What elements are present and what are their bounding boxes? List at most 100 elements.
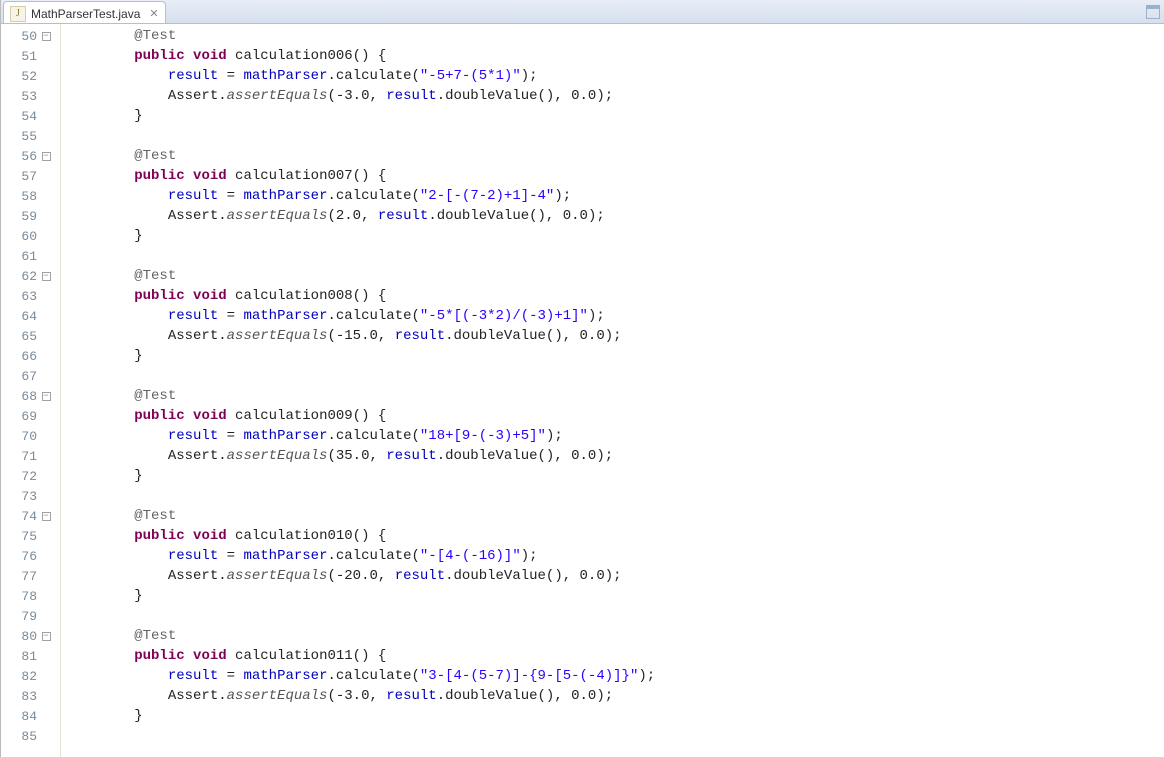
- code-line[interactable]: result = mathParser.calculate("-5*[(-3*2…: [67, 306, 1164, 326]
- code-line[interactable]: }: [67, 346, 1164, 366]
- code-line[interactable]: public void calculation007() {: [67, 166, 1164, 186]
- code-token-fld: result: [395, 566, 445, 586]
- line-number: 63: [1, 289, 39, 304]
- fold-collapse-icon[interactable]: −: [42, 512, 51, 521]
- code-token-txt: .calculate(: [327, 306, 419, 326]
- line-number: 79: [1, 609, 39, 624]
- code-token-txt: Assert.: [67, 686, 227, 706]
- code-line[interactable]: Assert.assertEquals(2.0, result.doubleVa…: [67, 206, 1164, 226]
- code-line[interactable]: result = mathParser.calculate("3-[4-(5-7…: [67, 666, 1164, 686]
- code-token-txt: .doubleValue(), 0.0);: [428, 206, 604, 226]
- line-number: 65: [1, 329, 39, 344]
- code-line[interactable]: @Test: [67, 266, 1164, 286]
- close-icon[interactable]: ✕: [149, 7, 158, 20]
- code-token-txt: [67, 606, 75, 626]
- code-line[interactable]: Assert.assertEquals(-3.0, result.doubleV…: [67, 86, 1164, 106]
- gutter-line: 63: [1, 286, 60, 306]
- gutter-line: 76: [1, 546, 60, 566]
- line-number: 57: [1, 169, 39, 184]
- code-line[interactable]: Assert.assertEquals(35.0, result.doubleV…: [67, 446, 1164, 466]
- code-line[interactable]: public void calculation011() {: [67, 646, 1164, 666]
- fold-collapse-icon[interactable]: −: [42, 392, 51, 401]
- code-line[interactable]: public void calculation008() {: [67, 286, 1164, 306]
- code-line[interactable]: @Test: [67, 626, 1164, 646]
- code-token-txt: [185, 406, 193, 426]
- code-line[interactable]: Assert.assertEquals(-15.0, result.double…: [67, 326, 1164, 346]
- fold-collapse-icon[interactable]: −: [42, 152, 51, 161]
- code-token-txt: =: [218, 426, 243, 446]
- gutter-line: 72: [1, 466, 60, 486]
- code-line[interactable]: result = mathParser.calculate("2-[-(7-2)…: [67, 186, 1164, 206]
- code-line[interactable]: [67, 246, 1164, 266]
- code-token-kw: public: [134, 46, 184, 66]
- line-number: 71: [1, 449, 39, 464]
- gutter-line: 81: [1, 646, 60, 666]
- code-token-kw: void: [193, 406, 227, 426]
- code-token-txt: .calculate(: [327, 546, 419, 566]
- fold-marker[interactable]: −: [39, 152, 53, 161]
- fold-marker[interactable]: −: [39, 272, 53, 281]
- code-token-ann: @Test: [134, 626, 176, 646]
- code-line[interactable]: @Test: [67, 146, 1164, 166]
- code-line[interactable]: [67, 726, 1164, 746]
- fold-collapse-icon[interactable]: −: [42, 32, 51, 41]
- code-line[interactable]: @Test: [67, 386, 1164, 406]
- code-token-txt: }: [67, 466, 143, 486]
- code-token-txt: [185, 166, 193, 186]
- code-token-txt: .calculate(: [327, 426, 419, 446]
- code-line[interactable]: }: [67, 226, 1164, 246]
- code-line[interactable]: }: [67, 106, 1164, 126]
- code-line[interactable]: result = mathParser.calculate("-5+7-(5*1…: [67, 66, 1164, 86]
- fold-marker[interactable]: −: [39, 632, 53, 641]
- fold-marker[interactable]: −: [39, 32, 53, 41]
- fold-collapse-icon[interactable]: −: [42, 632, 51, 641]
- editor-tab[interactable]: J MathParserTest.java ✕: [3, 1, 166, 23]
- code-line[interactable]: [67, 486, 1164, 506]
- line-number: 53: [1, 89, 39, 104]
- code-line[interactable]: [67, 126, 1164, 146]
- maximize-icon[interactable]: [1146, 5, 1160, 19]
- code-token-txt: [67, 186, 168, 206]
- code-area[interactable]: @Test public void calculation006() { res…: [61, 24, 1164, 757]
- code-line[interactable]: }: [67, 466, 1164, 486]
- code-line[interactable]: public void calculation009() {: [67, 406, 1164, 426]
- line-number: 82: [1, 669, 39, 684]
- fold-marker[interactable]: −: [39, 392, 53, 401]
- code-token-ann: @Test: [134, 146, 176, 166]
- code-token-txt: calculation006() {: [227, 46, 387, 66]
- code-token-txt: .doubleValue(), 0.0);: [437, 86, 613, 106]
- code-token-fld: mathParser: [243, 426, 327, 446]
- code-token-str: "-5+7-(5*1)": [420, 66, 521, 86]
- code-token-txt: }: [67, 226, 143, 246]
- code-line[interactable]: }: [67, 586, 1164, 606]
- line-number: 50: [1, 29, 39, 44]
- code-editor[interactable]: 50−515253545556−575859606162−63646566676…: [1, 24, 1164, 757]
- gutter-line: 61: [1, 246, 60, 266]
- code-line[interactable]: [67, 366, 1164, 386]
- code-token-kw: public: [134, 286, 184, 306]
- code-token-txt: .calculate(: [327, 186, 419, 206]
- code-token-txt: =: [218, 306, 243, 326]
- code-token-txt: calculation008() {: [227, 286, 387, 306]
- code-line[interactable]: @Test: [67, 26, 1164, 46]
- fold-collapse-icon[interactable]: −: [42, 272, 51, 281]
- code-line[interactable]: result = mathParser.calculate("18+[9-(-3…: [67, 426, 1164, 446]
- code-line[interactable]: [67, 606, 1164, 626]
- code-line[interactable]: }: [67, 706, 1164, 726]
- gutter-line: 73: [1, 486, 60, 506]
- code-line[interactable]: Assert.assertEquals(-20.0, result.double…: [67, 566, 1164, 586]
- code-line[interactable]: Assert.assertEquals(-3.0, result.doubleV…: [67, 686, 1164, 706]
- code-line[interactable]: public void calculation010() {: [67, 526, 1164, 546]
- code-token-txt: (-3.0,: [327, 686, 386, 706]
- code-line[interactable]: result = mathParser.calculate("-[4-(-16)…: [67, 546, 1164, 566]
- code-token-txt: (-20.0,: [327, 566, 394, 586]
- code-token-txt: calculation010() {: [227, 526, 387, 546]
- gutter-line: 69: [1, 406, 60, 426]
- line-number: 66: [1, 349, 39, 364]
- fold-marker[interactable]: −: [39, 512, 53, 521]
- code-token-txt: calculation011() {: [227, 646, 387, 666]
- code-line[interactable]: public void calculation006() {: [67, 46, 1164, 66]
- code-line[interactable]: @Test: [67, 506, 1164, 526]
- line-number: 58: [1, 189, 39, 204]
- code-token-txt: );: [546, 426, 563, 446]
